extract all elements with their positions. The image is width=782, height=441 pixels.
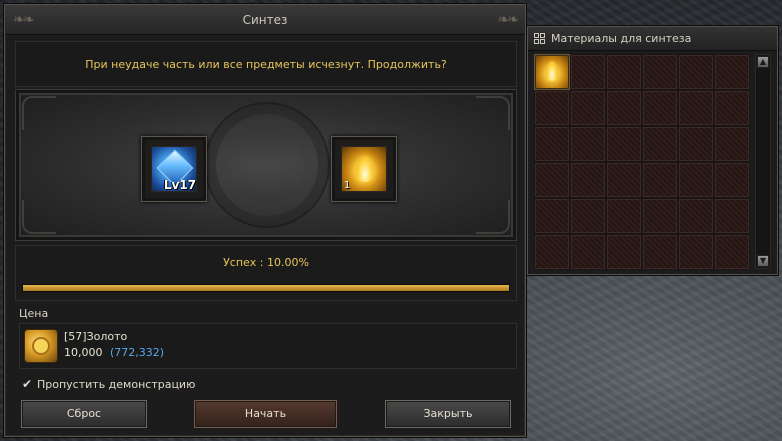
synthesis-stage: Lv17 1 [15, 89, 517, 241]
checkmark-icon: ✔ [21, 377, 33, 391]
material-slot[interactable] [678, 234, 714, 270]
material-slot[interactable] [606, 162, 642, 198]
material-slot[interactable] [570, 198, 606, 234]
price-item-name: [57]Золото [64, 330, 128, 343]
corner-ornament-icon [476, 96, 510, 130]
success-progress-fill [23, 285, 509, 291]
material-slot[interactable] [606, 126, 642, 162]
materials-scrollbar[interactable]: ▲ ▼ [755, 54, 771, 269]
synthesis-window: Синтез ❧❧ ❧❧ При неудаче часть или все п… [4, 4, 526, 437]
material-slot[interactable] [534, 198, 570, 234]
material-slot[interactable] [714, 54, 750, 90]
title-ornament-left-icon: ❧❧ [13, 12, 34, 28]
window-title: Синтез [5, 5, 525, 35]
materials-grid [534, 54, 750, 270]
skip-demo-checkbox[interactable]: ✔ Пропустить демонстрацию [21, 376, 195, 392]
close-button[interactable]: Закрыть [385, 400, 511, 428]
scroll-down-icon[interactable]: ▼ [757, 255, 769, 267]
success-panel: Успех : 10.00% [15, 245, 517, 301]
material-slot[interactable] [606, 90, 642, 126]
corner-ornament-icon [476, 200, 510, 234]
material-slot[interactable] [606, 54, 642, 90]
price-amounts: 10,000 (772,332) [64, 346, 164, 359]
success-rate-label: Успех : 10.00% [223, 256, 309, 269]
material-slot[interactable] [534, 234, 570, 270]
material-slot[interactable] [714, 162, 750, 198]
price-label: Цена [19, 307, 49, 320]
materials-panel-title: Материалы для синтеза [551, 32, 692, 45]
material-slot[interactable] [642, 234, 678, 270]
material-slot[interactable] [642, 162, 678, 198]
material-slot[interactable] [642, 198, 678, 234]
material-slot[interactable] [570, 234, 606, 270]
material-slot[interactable] [678, 54, 714, 90]
skip-demo-label: Пропустить демонстрацию [37, 377, 196, 391]
material-slot[interactable] [714, 90, 750, 126]
material-slot[interactable] [714, 234, 750, 270]
material-slot[interactable] [678, 126, 714, 162]
material-slot[interactable] [642, 126, 678, 162]
material-item-slot[interactable]: 1 [331, 136, 397, 202]
input-item-slot[interactable]: Lv17 [141, 136, 207, 202]
materials-panel: Материалы для синтеза ▲ ▼ [527, 26, 778, 275]
material-slot[interactable] [534, 162, 570, 198]
gold-coins-icon [24, 329, 58, 363]
material-slot[interactable] [606, 234, 642, 270]
materials-panel-header: Материалы для синтеза [528, 27, 777, 51]
material-slot[interactable] [642, 90, 678, 126]
material-slot[interactable] [570, 54, 606, 90]
title-ornament-right-icon: ❧❧ [497, 12, 519, 28]
corner-ornament-icon [22, 200, 56, 234]
material-slot-flame-crystal[interactable] [534, 54, 570, 90]
material-slot[interactable] [570, 126, 606, 162]
material-slot[interactable] [678, 198, 714, 234]
material-slot[interactable] [606, 198, 642, 234]
material-slot[interactable] [714, 126, 750, 162]
material-slot[interactable] [570, 162, 606, 198]
material-slot[interactable] [534, 126, 570, 162]
start-button[interactable]: Начать [194, 400, 337, 428]
reset-button[interactable]: Сброс [21, 400, 147, 428]
success-progress-bar [22, 284, 510, 292]
material-slot[interactable] [534, 90, 570, 126]
warning-message: При неудаче часть или все предметы исчез… [15, 41, 517, 87]
price-amount: 10,000 [64, 346, 103, 359]
material-slot[interactable] [678, 162, 714, 198]
owned-amount: (772,332) [110, 346, 165, 359]
price-panel: [57]Золото 10,000 (772,332) [19, 323, 517, 369]
scroll-up-icon[interactable]: ▲ [757, 56, 769, 68]
inventory-grid-icon [534, 32, 546, 45]
material-slot[interactable] [678, 90, 714, 126]
stage-emblem-icon [204, 102, 330, 228]
material-slot[interactable] [714, 198, 750, 234]
item-level-label: Lv17 [163, 178, 196, 192]
corner-ornament-icon [22, 96, 56, 130]
material-slot[interactable] [570, 90, 606, 126]
material-slot[interactable] [642, 54, 678, 90]
item-count-label: 1 [344, 180, 351, 191]
